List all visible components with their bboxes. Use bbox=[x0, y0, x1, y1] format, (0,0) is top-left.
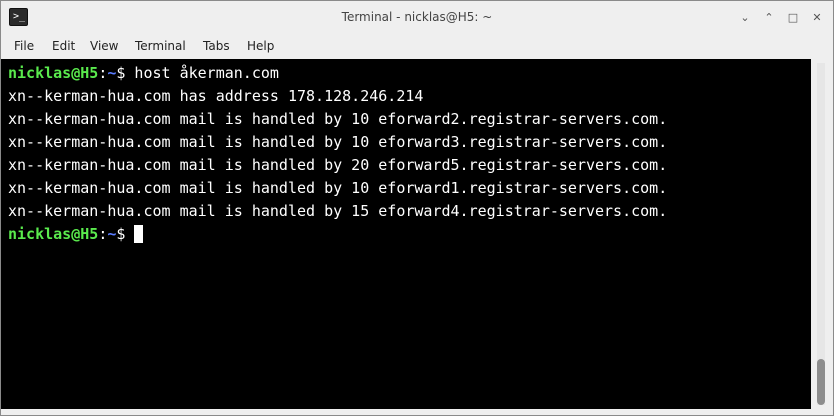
output-line: xn--kerman-hua.com mail is handled by 10… bbox=[8, 179, 668, 197]
scrollbar-track[interactable] bbox=[817, 63, 825, 405]
output-line: xn--kerman-hua.com has address 178.128.2… bbox=[8, 87, 424, 105]
vertical-scrollbar[interactable] bbox=[811, 59, 833, 409]
menu-tabs[interactable]: Tabs bbox=[203, 39, 230, 53]
minimize-button[interactable]: ⌄ bbox=[737, 10, 753, 26]
terminal-output-area[interactable]: nicklas@H5:~$ host åkerman.com xn--kerma… bbox=[1, 59, 811, 409]
menu-view[interactable]: View bbox=[90, 39, 118, 53]
prompt-user: nicklas@H5 bbox=[8, 64, 99, 82]
output-line: xn--kerman-hua.com mail is handled by 20… bbox=[8, 156, 668, 174]
prompt-user: nicklas@H5 bbox=[8, 225, 99, 243]
terminal-window: >_ Terminal - nicklas@H5: ~ ⌄ ⌃ □ ✕ File… bbox=[0, 0, 834, 416]
output-line: xn--kerman-hua.com mail is handled by 15… bbox=[8, 202, 668, 220]
active-prompt-line: nicklas@H5:~$ bbox=[8, 225, 144, 243]
output-line: xn--kerman-hua.com mail is handled by 10… bbox=[8, 133, 668, 151]
window-bottom-border bbox=[1, 409, 833, 415]
menu-file[interactable]: File bbox=[14, 39, 34, 53]
scrollbar-thumb[interactable] bbox=[817, 359, 825, 405]
menu-edit[interactable]: Edit bbox=[52, 39, 75, 53]
window-title: Terminal - nicklas@H5: ~ bbox=[341, 10, 493, 24]
prompt-separator: : bbox=[98, 225, 108, 243]
close-button[interactable]: ✕ bbox=[809, 10, 825, 26]
command-text: host åkerman.com bbox=[125, 64, 279, 82]
menu-bar: File Edit View Terminal Tabs Help bbox=[1, 35, 833, 59]
prompt-symbol: $ bbox=[116, 225, 126, 243]
prompt-separator: : bbox=[98, 64, 108, 82]
title-bar[interactable]: >_ Terminal - nicklas@H5: ~ ⌄ ⌃ □ ✕ bbox=[1, 1, 833, 35]
output-line: xn--kerman-hua.com mail is handled by 10… bbox=[8, 110, 668, 128]
text-cursor bbox=[134, 225, 144, 243]
maximize-button[interactable]: □ bbox=[785, 10, 801, 26]
menu-terminal[interactable]: Terminal bbox=[135, 39, 186, 53]
restore-button[interactable]: ⌃ bbox=[761, 10, 777, 26]
command-line: nicklas@H5:~$ host åkerman.com bbox=[8, 64, 279, 82]
menu-help[interactable]: Help bbox=[247, 39, 274, 53]
